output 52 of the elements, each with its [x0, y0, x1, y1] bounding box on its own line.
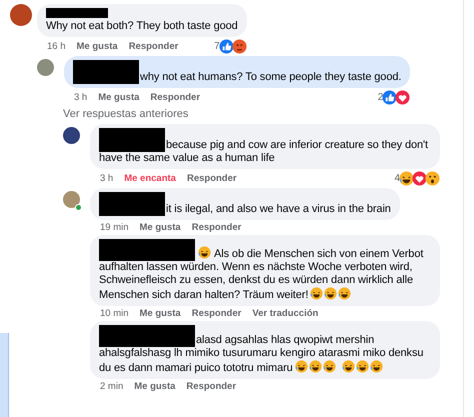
action-link[interactable]: Me gusta [76, 41, 118, 52]
more-replies-link[interactable]: Ver respuestas anteriores [63, 107, 474, 124]
timestamp[interactable]: 19 min [100, 222, 129, 233]
avatar[interactable] [10, 4, 32, 26]
emoji-icon [370, 360, 383, 373]
action-link[interactable]: Ver traducción [252, 308, 318, 319]
comment-text: it is ilegal, and also we have a virus in the brain [99, 192, 391, 216]
emoji-icon [294, 360, 308, 373]
comment-text: Als ob die Menschen sich von einem Verbot aufhalten lassen würden. Wenn es nächste Woche verboten wird, Schweinefleisch zu essen, denkst du es würden dann wirklich alle Menschen sich daran halten? Träum weiter! [99, 239, 431, 302]
comment-text: alasd agsahlas hlas qwopiwt mershin ahalsgfalshasg lh mimiko tusurumaru kengiro atarasmi miko denksu du es dann mamari puico tototru mimaru [99, 325, 431, 375]
action-link[interactable]: Responder [186, 381, 236, 392]
reaction-icon [232, 39, 247, 54]
comment-text: why not eat humans? To some people they taste good. [73, 60, 402, 84]
comment-text: Why not eat both? They both taste good [46, 20, 238, 33]
emoji-icon [338, 287, 352, 300]
reaction-icon [218, 39, 234, 54]
reaction-icon [425, 171, 440, 186]
action-link[interactable]: Responder [150, 92, 200, 103]
timestamp[interactable]: 3 h [100, 173, 114, 184]
reaction-count: 7 [214, 41, 220, 52]
action-link[interactable]: Me gusta [140, 222, 181, 233]
redaction-bar [46, 8, 108, 18]
action-link[interactable]: Responder [192, 222, 242, 233]
reaction-count: 2 [378, 92, 384, 103]
reaction-icon [382, 90, 398, 105]
emoji-icon [342, 360, 355, 373]
emoji-icon [310, 287, 324, 300]
avatar[interactable] [63, 127, 80, 144]
emoji-icon [308, 360, 322, 373]
reaction-count: 4 [394, 173, 400, 184]
timestamp[interactable]: 16 h [47, 41, 66, 52]
redaction-bar [73, 60, 139, 84]
action-link[interactable]: Me encanta [124, 173, 176, 184]
emoji-icon [322, 360, 336, 373]
action-link[interactable]: Me gusta [98, 92, 140, 103]
action-link[interactable]: Responder [192, 308, 242, 319]
timestamp[interactable]: 10 min [100, 308, 129, 319]
action-link[interactable]: Me gusta [140, 308, 181, 319]
emoji-icon [324, 287, 338, 300]
redaction-bar [99, 192, 165, 216]
timestamp[interactable]: 2 min [100, 381, 124, 392]
emoji-icon [356, 360, 369, 373]
comment-text: because pig and cow are inferior creature so they don't have the same value as a human life [99, 128, 431, 165]
action-link[interactable]: Responder [128, 41, 178, 52]
redaction-bar [99, 128, 165, 152]
emoji-icon [198, 246, 211, 259]
action-link[interactable]: Responder [186, 173, 237, 184]
reaction-icon [399, 171, 414, 186]
reaction-icon [395, 90, 410, 105]
timestamp[interactable]: 3 h [74, 92, 88, 103]
reaction-icon [412, 171, 427, 186]
action-link[interactable]: Me gusta [134, 381, 176, 392]
